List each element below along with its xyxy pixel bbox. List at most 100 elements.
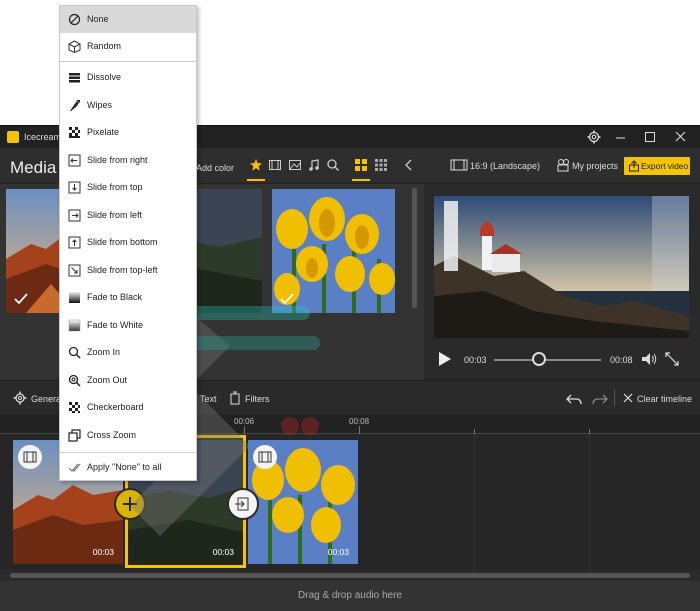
plus-icon <box>123 497 137 511</box>
redo-icon[interactable] <box>592 392 608 406</box>
transition-button[interactable] <box>227 488 259 520</box>
menu-item-fade-black[interactable]: Fade to Black <box>60 284 196 311</box>
star-icon[interactable] <box>249 158 263 172</box>
menu-item-pixelate[interactable]: Pixelate <box>60 119 196 146</box>
volume-icon[interactable] <box>640 351 658 367</box>
close-icon[interactable] <box>672 129 690 145</box>
checkmark-icon <box>14 293 28 305</box>
music-filter-icon[interactable] <box>307 158 321 172</box>
timeline-clip-tulips[interactable]: 00:03 <box>248 440 358 564</box>
image-filter-icon[interactable] <box>288 158 302 172</box>
view-selected-indicator <box>352 179 370 181</box>
media-title: Media <box>10 158 57 177</box>
collapse-chevron-icon[interactable] <box>402 158 416 172</box>
general-button[interactable]: General <box>13 391 63 405</box>
slide-top-left-icon <box>68 264 81 277</box>
play-icon[interactable] <box>438 351 452 367</box>
media-scrollbar[interactable] <box>412 188 417 308</box>
ruler-tick <box>474 429 475 434</box>
add-color-button[interactable]: Add color <box>196 163 234 173</box>
menu-item-dissolve[interactable]: Dissolve <box>60 64 196 91</box>
clip-duration: 00:03 <box>327 547 349 557</box>
gear-icon <box>13 391 27 405</box>
aspect-ratio-label: 16:9 (Landscape) <box>470 161 541 171</box>
seek-bar[interactable] <box>494 359 601 361</box>
toolbar-divider <box>614 390 615 406</box>
track-gridline <box>589 435 590 570</box>
timeline-scrollbar[interactable] <box>10 573 690 578</box>
filters-button[interactable]: Filters <box>229 391 270 405</box>
my-projects-button[interactable]: My projects <box>556 158 622 174</box>
aspect-ratio-button[interactable]: 16:9 (Landscape) <box>450 158 540 174</box>
menu-item-zoom-out[interactable]: Zoom Out <box>60 367 196 394</box>
grid-small-view-icon[interactable] <box>374 158 388 172</box>
menu-item-checkerboard[interactable]: Checkerboard <box>60 394 196 421</box>
transitions-menu: None Random Dissolve Wipes Pixelate Slid… <box>59 5 197 481</box>
apply-to-all-button[interactable]: Apply "None" to all <box>60 454 196 481</box>
zoom-in-icon <box>68 346 81 359</box>
preview-video[interactable] <box>434 196 689 338</box>
clear-timeline-button[interactable]: Clear timeline <box>622 392 694 404</box>
slide-right-icon <box>68 154 81 167</box>
total-time: 00:08 <box>610 355 633 365</box>
clip-split-icon[interactable] <box>18 445 42 469</box>
pixelate-icon <box>69 127 80 138</box>
audio-drop-zone[interactable]: Drag & drop audio here <box>0 581 700 611</box>
undo-icon[interactable] <box>566 392 582 406</box>
ruler-tick <box>244 426 245 434</box>
menu-item-slide-top-left[interactable]: Slide from top-left <box>60 257 196 284</box>
filters-icon <box>230 391 240 405</box>
settings-gear-icon[interactable] <box>585 129 603 145</box>
audio-drop-label: Drag & drop audio here <box>298 590 402 601</box>
menu-item-zoom-in[interactable]: Zoom In <box>60 339 196 366</box>
export-icon <box>629 160 639 172</box>
my-projects-label: My projects <box>572 161 619 171</box>
fade-white-icon <box>68 319 81 332</box>
fullscreen-icon[interactable] <box>664 351 680 367</box>
video-filter-icon[interactable] <box>268 158 282 172</box>
transition-icon <box>235 497 249 511</box>
search-icon[interactable] <box>326 158 340 172</box>
export-video-label: Export video <box>641 161 689 171</box>
lighthouse-preview-image <box>434 196 689 338</box>
double-check-icon <box>68 463 81 472</box>
menu-item-fade-white[interactable]: Fade to White <box>60 312 196 339</box>
projects-icon <box>557 159 569 172</box>
menu-item-slide-bottom[interactable]: Slide from bottom <box>60 229 196 256</box>
fade-black-icon <box>69 292 80 303</box>
text-button[interactable]: Text <box>200 394 217 404</box>
grid-large-view-icon[interactable] <box>354 158 368 172</box>
menu-separator <box>60 61 196 62</box>
filters-label: Filters <box>245 394 270 404</box>
wipes-icon <box>70 100 80 111</box>
film-icon <box>450 159 468 171</box>
slide-left-icon <box>68 209 81 222</box>
clip-split-icon[interactable] <box>253 445 277 469</box>
window-title: Icecream <box>24 132 62 142</box>
maximize-icon[interactable] <box>641 129 659 145</box>
menu-separator <box>60 452 196 453</box>
none-icon <box>68 13 81 26</box>
ruler-label: 00:06 <box>234 417 255 426</box>
menu-item-none[interactable]: None <box>60 6 196 33</box>
checkerboard-icon <box>69 402 80 413</box>
filter-selected-indicator <box>247 179 265 181</box>
menu-item-wipes[interactable]: Wipes <box>60 92 196 119</box>
ruler-tick <box>589 429 590 434</box>
menu-item-random[interactable]: Random <box>60 33 196 60</box>
menu-item-cross-zoom[interactable]: Cross Zoom <box>60 422 196 449</box>
menu-item-slide-top[interactable]: Slide from top <box>60 174 196 201</box>
preview-panel: 00:03 00:08 <box>424 184 700 380</box>
export-video-button[interactable]: Export video <box>624 157 690 175</box>
clip-duration: 00:03 <box>92 547 114 557</box>
minimize-icon[interactable] <box>612 129 630 145</box>
app-logo-icon <box>7 131 19 143</box>
seek-handle[interactable] <box>531 352 546 366</box>
menu-item-slide-left[interactable]: Slide from left <box>60 202 196 229</box>
media-thumb-tulips[interactable] <box>272 189 395 313</box>
track-gridline <box>474 435 475 570</box>
add-transition-button[interactable] <box>114 488 146 520</box>
menu-item-slide-right[interactable]: Slide from right <box>60 147 196 174</box>
cross-zoom-icon <box>68 429 81 442</box>
clear-timeline-label: Clear timeline <box>637 394 693 404</box>
